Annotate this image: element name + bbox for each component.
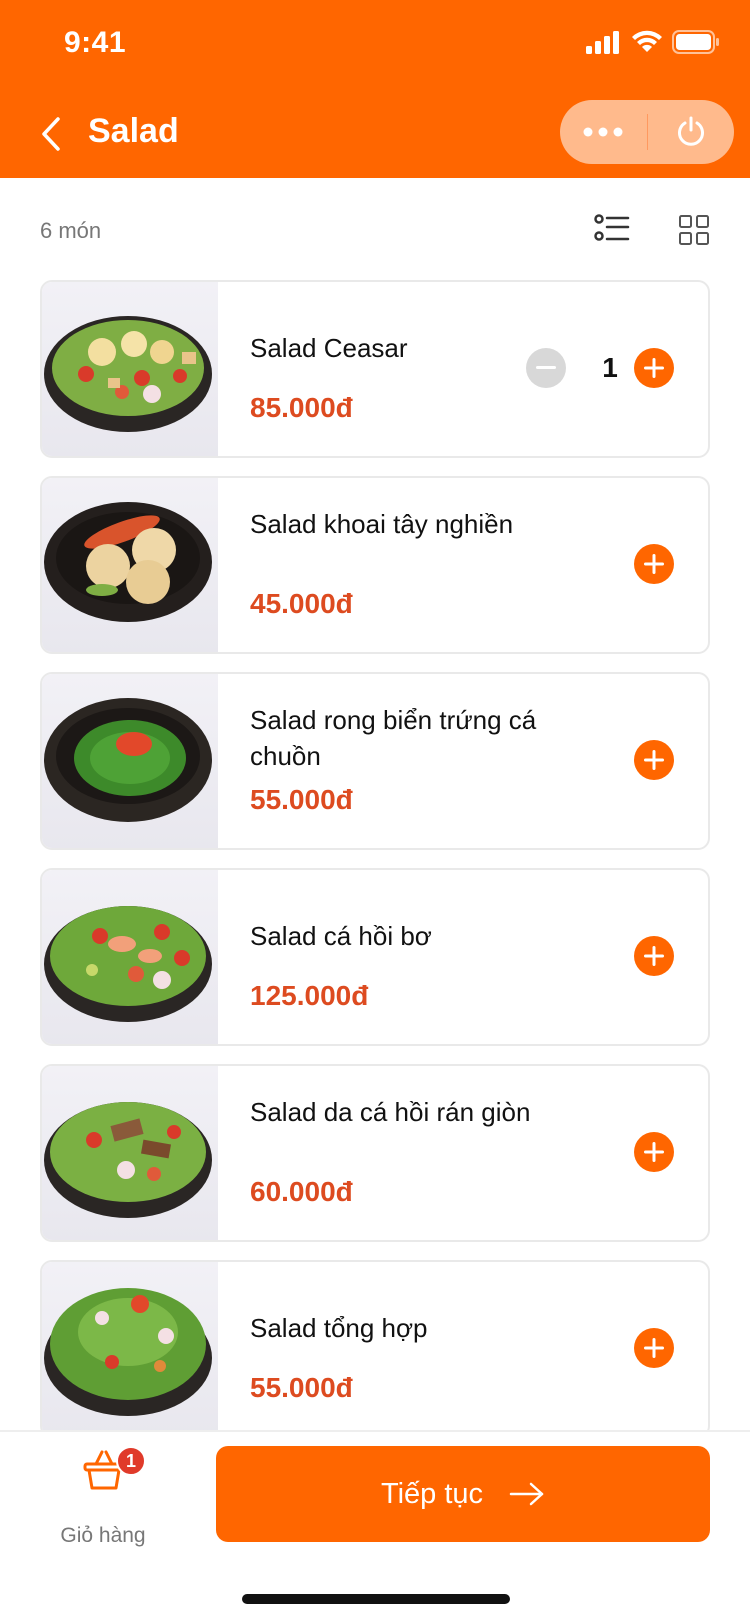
more-dots-icon [583,127,623,137]
cart-label: Giỏ hàng [60,1524,146,1547]
product-image [42,478,218,652]
product-card[interactable]: Salad da cá hồi rán giòn 60.000đ [40,1064,710,1242]
add-to-cart-button[interactable] [634,936,674,976]
product-image [42,1262,218,1436]
back-button[interactable] [36,114,66,154]
grid-view-toggle[interactable] [678,214,710,246]
product-card[interactable]: Salad Ceasar 85.000đ 1 [40,280,710,458]
product-price: 60.000đ [250,1176,353,1207]
product-price: 55.000đ [250,1372,353,1403]
page-title: Salad [88,112,179,150]
grid-view-icon [679,215,709,245]
add-to-cart-button[interactable] [634,544,674,584]
close-button[interactable] [648,100,735,164]
product-list: Salad Ceasar 85.000đ 1 Salad khoai tây n… [40,280,710,1456]
status-icons [586,30,720,54]
product-image [42,674,218,848]
product-price: 125.000đ [250,980,369,1011]
plus-icon [644,750,664,770]
signal-icon [586,31,619,54]
continue-button[interactable]: Tiếp tục [216,1446,710,1542]
plus-icon [644,946,664,966]
power-icon [677,116,704,146]
product-name: Salad khoai tây nghiền [250,509,514,539]
plus-icon [644,554,664,574]
product-price: 55.000đ [250,784,353,815]
product-name: Salad rong biển trứng cá chuồn [250,705,537,771]
cart-button[interactable]: 1 Giỏ hàng [48,1446,158,1558]
continue-label: Tiếp tục [380,1477,484,1510]
product-price: 85.000đ [250,392,353,423]
product-price: 45.000đ [250,588,353,619]
product-name: Salad da cá hồi rán giòn [250,1097,531,1127]
product-card[interactable]: Salad rong biển trứng cá chuồn 55.000đ [40,672,710,850]
status-time: 9:41 [64,26,127,59]
home-indicator [242,1594,510,1604]
quantity-value: 1 [602,352,618,383]
mini-program-capsule [560,100,734,164]
app-header: 9:41 Salad [0,0,750,178]
product-image [42,870,218,1044]
more-button[interactable] [560,100,647,164]
product-name: Salad tổng hợp [250,1313,428,1343]
title-row: Salad [0,100,750,164]
item-count: 6 món [40,218,102,243]
battery-icon [672,30,719,54]
list-view-icon [594,214,630,241]
minus-icon [536,366,556,369]
product-image [42,282,218,456]
add-to-cart-button[interactable] [634,1328,674,1368]
product-card[interactable]: Salad khoai tây nghiền 45.000đ [40,476,710,654]
plus-icon [644,1338,664,1358]
plus-icon [644,1142,664,1162]
chevron-left-icon [42,117,60,151]
product-card[interactable]: Salad tổng hợp 55.000đ [40,1260,710,1438]
list-toolbar: 6 món [0,178,750,278]
add-to-cart-button[interactable] [634,348,674,388]
add-to-cart-button[interactable] [634,740,674,780]
list-view-toggle[interactable] [594,214,630,244]
decrease-quantity-button[interactable] [526,348,566,388]
wifi-icon [632,30,662,52]
product-card[interactable]: Salad cá hồi bơ 125.000đ [40,868,710,1046]
plus-icon [644,358,664,378]
arrow-right-icon [509,1482,544,1506]
product-image [42,1066,218,1240]
product-name: Salad cá hồi bơ [250,921,432,951]
add-to-cart-button[interactable] [634,1132,674,1172]
cart-count-badge: 1 [116,1446,146,1476]
product-name: Salad Ceasar [250,333,408,363]
